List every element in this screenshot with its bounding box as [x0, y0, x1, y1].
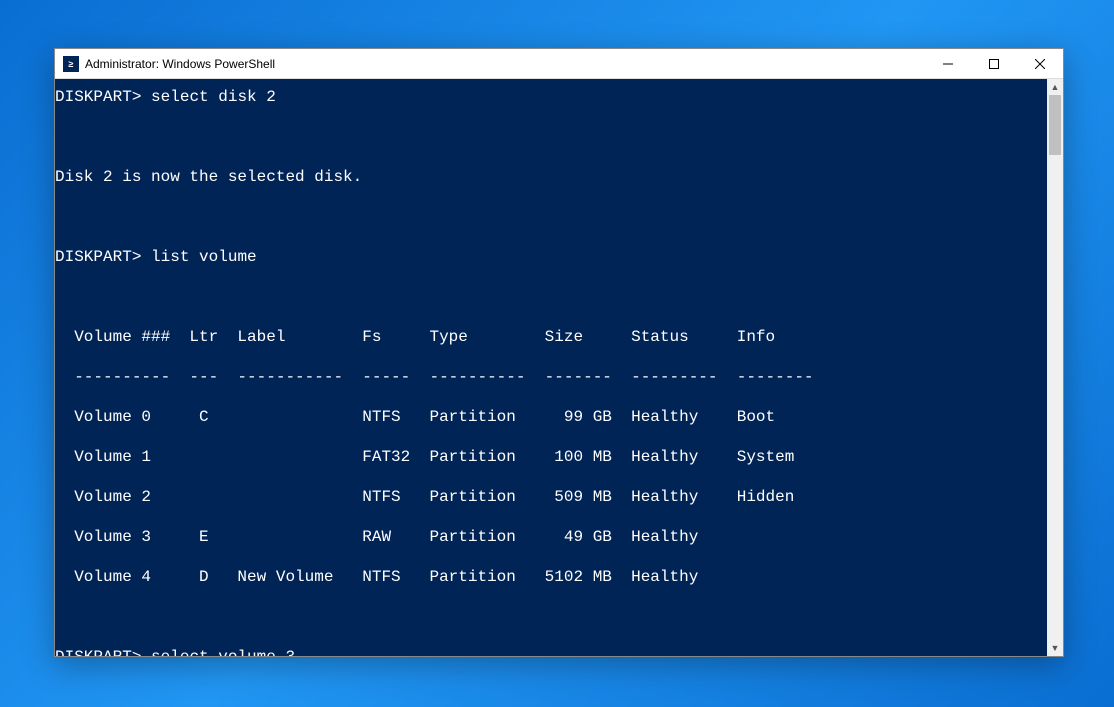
- cmd-select-disk: select disk 2: [151, 88, 276, 106]
- volume-row: Volume 0 C NTFS Partition 99 GB Healthy …: [55, 407, 1047, 427]
- volume-row: Volume 4 D New Volume NTFS Partition 510…: [55, 567, 1047, 587]
- volume-divider: ---------- --- ----------- ----- -------…: [55, 367, 1047, 387]
- resp-select-disk: Disk 2 is now the selected disk.: [55, 167, 1047, 187]
- volume-header: Volume ### Ltr Label Fs Type Size Status…: [55, 327, 1047, 347]
- close-button[interactable]: [1017, 49, 1063, 78]
- volume-row: Volume 3 E RAW Partition 49 GB Healthy: [55, 527, 1047, 547]
- volume-row: Volume 2 NTFS Partition 509 MB Healthy H…: [55, 487, 1047, 507]
- titlebar[interactable]: ≥ Administrator: Windows PowerShell: [55, 49, 1063, 79]
- cmd-list-volume: list volume: [151, 248, 257, 266]
- minimize-button[interactable]: [925, 49, 971, 78]
- scrollbar-thumb[interactable]: [1049, 95, 1061, 155]
- vertical-scrollbar[interactable]: ▲ ▼: [1047, 79, 1063, 656]
- prompt: DISKPART>: [55, 248, 141, 266]
- volume-row: Volume 1 FAT32 Partition 100 MB Healthy …: [55, 447, 1047, 467]
- terminal-output[interactable]: DISKPART> select disk 2 Disk 2 is now th…: [55, 79, 1047, 656]
- prompt: DISKPART>: [55, 88, 141, 106]
- scroll-up-arrow-icon[interactable]: ▲: [1047, 79, 1063, 95]
- scroll-down-arrow-icon[interactable]: ▼: [1047, 640, 1063, 656]
- maximize-button[interactable]: [971, 49, 1017, 78]
- powershell-icon: ≥: [63, 56, 79, 72]
- terminal-area: DISKPART> select disk 2 Disk 2 is now th…: [55, 79, 1063, 656]
- window-title: Administrator: Windows PowerShell: [85, 57, 925, 71]
- prompt: DISKPART>: [55, 648, 141, 656]
- powershell-window: ≥ Administrator: Windows PowerShell DISK…: [54, 48, 1064, 657]
- window-controls: [925, 49, 1063, 78]
- cmd-select-volume: select volume 3: [151, 648, 295, 656]
